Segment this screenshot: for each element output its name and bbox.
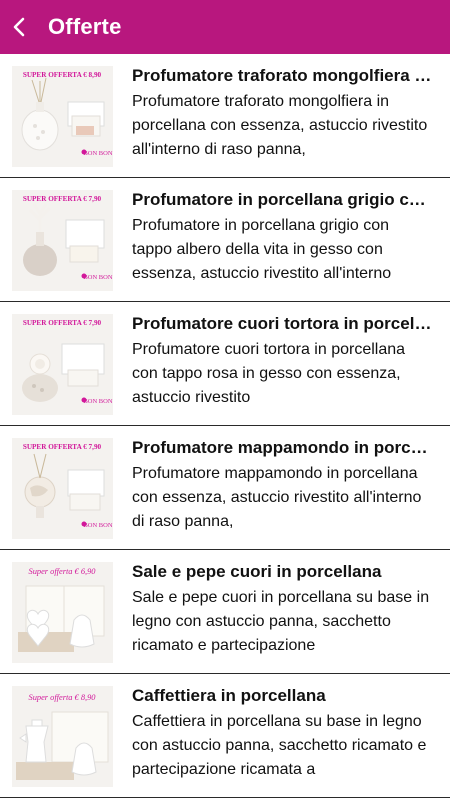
list-item[interactable]: Super offerta € 6,90 Sale e pepe cuori i… (0, 550, 450, 674)
offer-title: Sale e pepe cuori in porcellana (132, 562, 382, 581)
offer-description: Profumatore traforato mongolfiera in por… (132, 93, 428, 158)
offer-title: Profumatore in porcellana grigio con tap… (132, 190, 432, 209)
brand-logo: BON BON (83, 398, 112, 405)
brand-logo: BON BON (83, 274, 112, 281)
offer-badge: SUPER OFFERTA € 7,90 (23, 195, 102, 203)
app-bar: Offerte (0, 0, 450, 54)
list-item[interactable]: SUPER OFFERTA € 7,90 BON BON Profumatore… (0, 178, 450, 302)
offer-description: Profumatore in porcellana grigio con tap… (132, 217, 392, 282)
offer-badge: SUPER OFFERTA € 8,90 (23, 71, 102, 79)
list-item[interactable]: SUPER OFFERTA € 7,90 BON BON Profumatore… (0, 426, 450, 550)
brand-logo: BON BON (83, 150, 112, 157)
offer-badge: Super offerta € 8,90 (29, 693, 97, 702)
list-item[interactable]: SUPER OFFERTA € 7,90 BON BON Profumatore… (0, 302, 450, 426)
offer-title: Profumatore mappamondo in porcellana (132, 438, 432, 457)
chevron-left-icon (13, 17, 25, 37)
list-item[interactable]: SUPER OFFERTA € 8,90 BON BON Profumatore… (0, 54, 450, 178)
offer-description: Sale e pepe cuori in porcellana su base … (132, 589, 430, 654)
offer-description: Caffettiera in porcellana su base in leg… (132, 713, 427, 778)
list-item[interactable]: Super offerta € 8,90 Caffettiera in porc… (0, 674, 450, 798)
offer-title: Profumatore traforato mongolfiera in por… (132, 66, 432, 85)
product-image: Super offerta € 6,90 (12, 562, 113, 663)
product-image: SUPER OFFERTA € 7,90 BON BON (12, 190, 113, 291)
offer-title: Caffettiera in porcellana (132, 686, 326, 705)
product-image: Super offerta € 8,90 (12, 686, 113, 787)
offer-badge: SUPER OFFERTA € 7,90 (23, 319, 102, 327)
page-title: Offerte (48, 14, 122, 39)
product-image: SUPER OFFERTA € 8,90 BON BON (12, 66, 113, 167)
back-button[interactable] (0, 0, 40, 54)
offer-title: Profumatore cuori tortora in porcellana (132, 314, 432, 333)
offer-description: Profumatore mappamondo in porcellana con… (132, 465, 422, 530)
brand-logo: BON BON (83, 522, 112, 529)
offer-badge: SUPER OFFERTA € 7,90 (23, 443, 102, 451)
offer-badge: Super offerta € 6,90 (29, 567, 97, 576)
product-image: SUPER OFFERTA € 7,90 BON BON (12, 314, 113, 415)
offer-description: Profumatore cuori tortora in porcellana … (132, 341, 406, 406)
offers-list[interactable]: SUPER OFFERTA € 8,90 BON BON Profumatore… (0, 54, 450, 798)
product-image: SUPER OFFERTA € 7,90 BON BON (12, 438, 113, 539)
